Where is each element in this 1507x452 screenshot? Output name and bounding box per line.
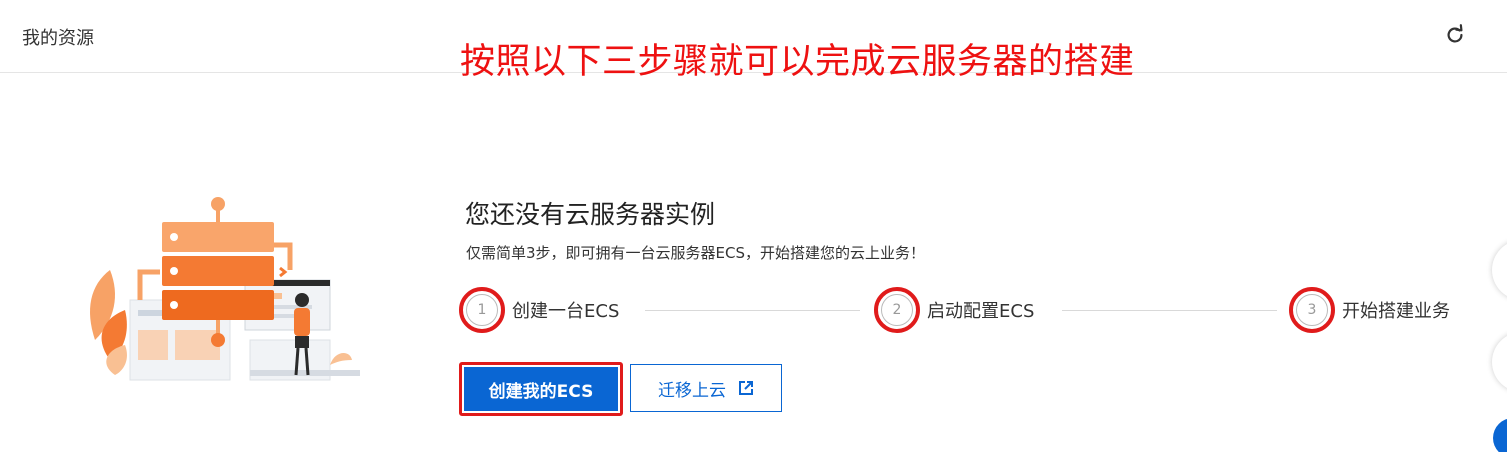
steps-progress: 1 创建一台ECS 2 启动配置ECS 3 开始搭建业务 <box>459 285 1480 335</box>
step-label: 开始搭建业务 <box>1342 301 1450 322</box>
create-ecs-button[interactable]: 创建我的ECS <box>464 367 618 411</box>
annotation-ring <box>1289 287 1335 333</box>
step-connector <box>1062 310 1277 311</box>
annotation-ring <box>874 287 920 333</box>
step-connector <box>645 310 860 311</box>
annotation-ring <box>459 287 505 333</box>
empty-state-title: 您还没有云服务器实例 <box>465 200 716 229</box>
side-float-tab[interactable] <box>1492 240 1507 300</box>
external-link-icon <box>739 381 753 395</box>
help-bubble[interactable] <box>1493 418 1507 452</box>
step-1: 1 创建一台ECS <box>459 285 620 335</box>
annotation-box: 创建我的ECS <box>459 362 623 416</box>
empty-state-subtitle: 仅需简单3步，即可拥有一台云服务器ECS，开始搭建您的云上业务！ <box>466 244 926 262</box>
step-label: 启动配置ECS <box>927 301 1035 322</box>
refresh-icon <box>1447 24 1463 43</box>
step-3: 3 开始搭建业务 <box>1289 285 1450 335</box>
page-title: 我的资源 <box>22 28 94 49</box>
migrate-button-label: 迁移上云 <box>658 380 726 401</box>
server-illustration <box>90 197 360 381</box>
step-2: 2 启动配置ECS <box>874 285 1035 335</box>
step-label: 创建一台ECS <box>512 301 620 322</box>
side-float-tab[interactable] <box>1492 332 1507 392</box>
refresh-button[interactable] <box>1442 22 1468 48</box>
migrate-to-cloud-button[interactable]: 迁移上云 <box>630 364 782 412</box>
annotation-text: 按照以下三步骤就可以完成云服务器的搭建 <box>460 42 1135 82</box>
